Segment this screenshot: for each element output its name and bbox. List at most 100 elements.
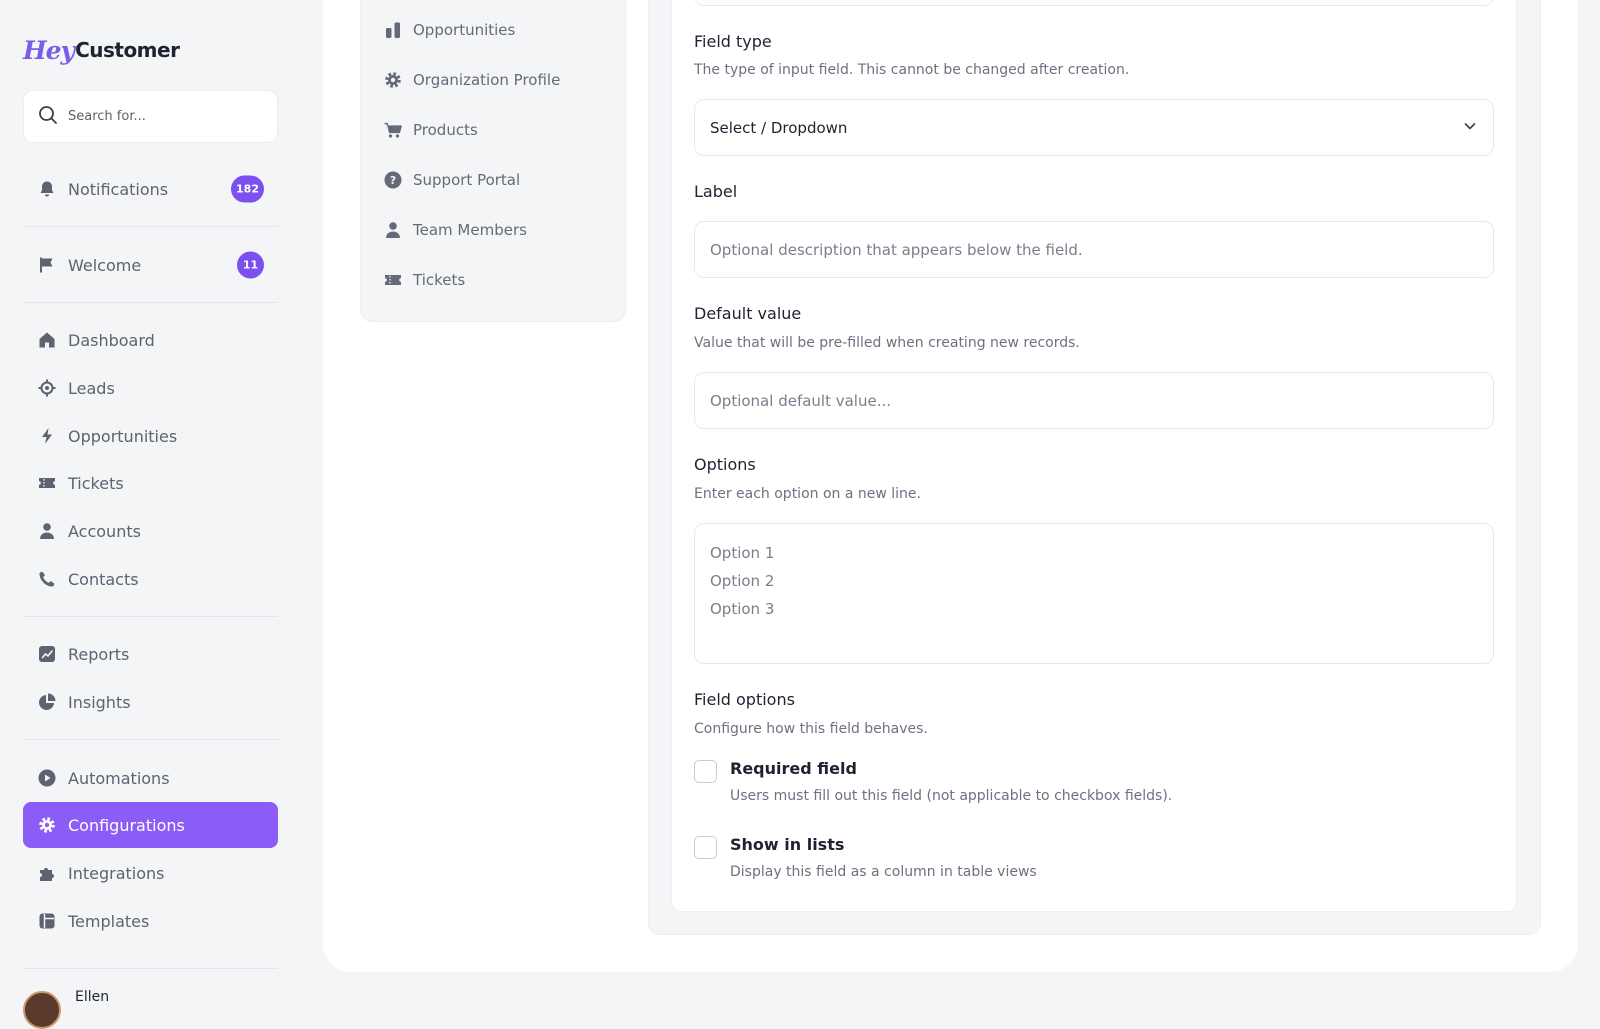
- gear-icon: [383, 70, 403, 90]
- sidebar-item-label: Opportunities: [68, 426, 178, 446]
- gear-icon: [37, 815, 57, 835]
- show-in-lists-option[interactable]: Show in lists Display this field as a co…: [694, 835, 1037, 880]
- subnav-item-label: Team Members: [413, 221, 527, 239]
- subnav-item-organization-profile[interactable]: Organization Profile: [383, 65, 560, 95]
- phone-icon: [37, 569, 57, 589]
- default-value-title: Default value: [694, 304, 802, 323]
- user-name: Ellen: [75, 989, 110, 1005]
- subnav-item-label: Opportunities: [413, 21, 516, 39]
- sidebar-item-label: Leads: [68, 378, 115, 398]
- brand-logo[interactable]: Hey Customer: [23, 33, 180, 67]
- default-value-field[interactable]: [694, 372, 1494, 429]
- sidebar-item-accounts[interactable]: Accounts: [23, 508, 278, 554]
- sidebar-item-automations[interactable]: Automations: [23, 755, 278, 801]
- sidebar-item-label: Contacts: [68, 569, 139, 589]
- help-icon: ?: [383, 170, 403, 190]
- sidebar-item-notifications[interactable]: Notifications 182: [23, 166, 278, 212]
- field-type-value: Select / Dropdown: [710, 118, 848, 137]
- bell-icon: [37, 179, 57, 199]
- person-icon: [37, 521, 57, 541]
- sidebar-divider: [23, 226, 278, 227]
- sidebar-divider: [23, 616, 278, 617]
- subnav-item-products[interactable]: Products: [383, 115, 478, 145]
- subnav-item-label: Organization Profile: [413, 71, 561, 89]
- puzzle-icon: [37, 863, 57, 883]
- sidebar-item-contacts[interactable]: Contacts: [23, 556, 278, 602]
- sidebar-item-label: Automations: [68, 768, 170, 788]
- search-icon: [38, 105, 58, 129]
- sidebar-item-label: Insights: [68, 692, 131, 712]
- label-field[interactable]: [694, 221, 1494, 278]
- bar-chart-icon: [383, 20, 403, 40]
- user-profile[interactable]: Ellen: [23, 988, 109, 1029]
- options-field[interactable]: [694, 523, 1494, 664]
- label-input[interactable]: [710, 240, 1493, 259]
- play-icon: [37, 768, 57, 788]
- brand-logo-customer: Customer: [75, 38, 180, 62]
- person-icon: [383, 220, 403, 240]
- subnav-item-team-members[interactable]: Team Members: [383, 215, 527, 245]
- sidebar-item-label: Integrations: [68, 863, 165, 883]
- options-textarea[interactable]: [710, 539, 1478, 648]
- app-sidebar: Hey Customer Notifications 182 Welcome 1…: [0, 0, 300, 1029]
- chart-icon: [37, 644, 57, 664]
- sidebar-item-label: Dashboard: [68, 330, 155, 350]
- subnav-item-label: Products: [413, 121, 478, 139]
- subnav-item-support-portal[interactable]: ? Support Portal: [383, 165, 520, 195]
- sidebar-item-welcome[interactable]: Welcome 11: [23, 242, 278, 288]
- sidebar-item-leads[interactable]: Leads: [23, 365, 278, 411]
- required-field-checkbox[interactable]: [694, 760, 717, 783]
- sidebar-item-label: Tickets: [68, 473, 124, 493]
- sidebar-item-opportunities[interactable]: Opportunities: [23, 413, 278, 459]
- svg-text:?: ?: [390, 174, 396, 187]
- default-value-input[interactable]: [710, 391, 1493, 410]
- sidebar-item-label: Accounts: [68, 521, 141, 541]
- sidebar-item-label: Reports: [68, 644, 130, 664]
- subnav-item-label: Tickets: [413, 271, 466, 289]
- sidebar-item-reports[interactable]: Reports: [23, 631, 278, 677]
- subnav-item-opportunities[interactable]: Opportunities: [383, 15, 515, 45]
- show-in-lists-label: Show in lists: [730, 835, 845, 854]
- ticket-icon: [383, 270, 403, 290]
- show-in-lists-description: Display this field as a column in table …: [730, 864, 1037, 880]
- chevron-down-icon: [1463, 118, 1477, 137]
- subnav-item-tickets[interactable]: Tickets: [383, 265, 465, 295]
- previous-field-input[interactable]: [694, 0, 1494, 6]
- sidebar-divider: [23, 302, 278, 303]
- sidebar-item-insights[interactable]: Insights: [23, 679, 278, 725]
- search-input[interactable]: [68, 109, 248, 124]
- sidebar-item-integrations[interactable]: Integrations: [23, 850, 278, 896]
- search-box[interactable]: [23, 90, 278, 143]
- cart-icon: [383, 120, 403, 140]
- bolt-icon: [37, 426, 57, 446]
- flag-icon: [37, 255, 57, 275]
- field-type-description: The type of input field. This cannot be …: [694, 62, 1130, 78]
- required-field-option[interactable]: Required field Users must fill out this …: [694, 759, 1172, 804]
- sidebar-item-label: Welcome: [68, 255, 142, 275]
- field-type-select[interactable]: Select / Dropdown: [694, 99, 1494, 156]
- sidebar-item-dashboard[interactable]: Dashboard: [23, 317, 278, 363]
- sidebar-item-configurations[interactable]: Configurations: [23, 802, 278, 848]
- sidebar-item-tickets[interactable]: Tickets: [23, 460, 278, 506]
- label-title: Label: [694, 182, 738, 201]
- home-icon: [37, 330, 57, 350]
- options-title: Options: [694, 455, 756, 474]
- field-options-description: Configure how this field behaves.: [694, 721, 928, 737]
- field-type-title: Field type: [694, 32, 772, 51]
- show-in-lists-checkbox[interactable]: [694, 836, 717, 859]
- required-field-label: Required field: [730, 759, 857, 778]
- brand-logo-hey: Hey: [23, 35, 75, 65]
- required-field-description: Users must fill out this field (not appl…: [730, 788, 1173, 804]
- options-description: Enter each option on a new line.: [694, 486, 921, 502]
- sidebar-divider: [23, 739, 278, 740]
- default-value-description: Value that will be pre-filled when creat…: [694, 335, 1080, 351]
- subnav-item-label: Support Portal: [413, 171, 521, 189]
- sidebar-item-label: Notifications: [68, 179, 169, 199]
- sidebar-item-templates[interactable]: Templates: [23, 898, 278, 944]
- sidebar-item-label: Templates: [68, 911, 150, 931]
- welcome-count-badge: 11: [237, 251, 264, 279]
- settings-subnav: Opportunities Organization Profile Produ…: [360, 0, 626, 322]
- template-icon: [37, 911, 57, 931]
- sidebar-divider: [23, 968, 278, 969]
- notifications-count-badge: 182: [231, 175, 264, 203]
